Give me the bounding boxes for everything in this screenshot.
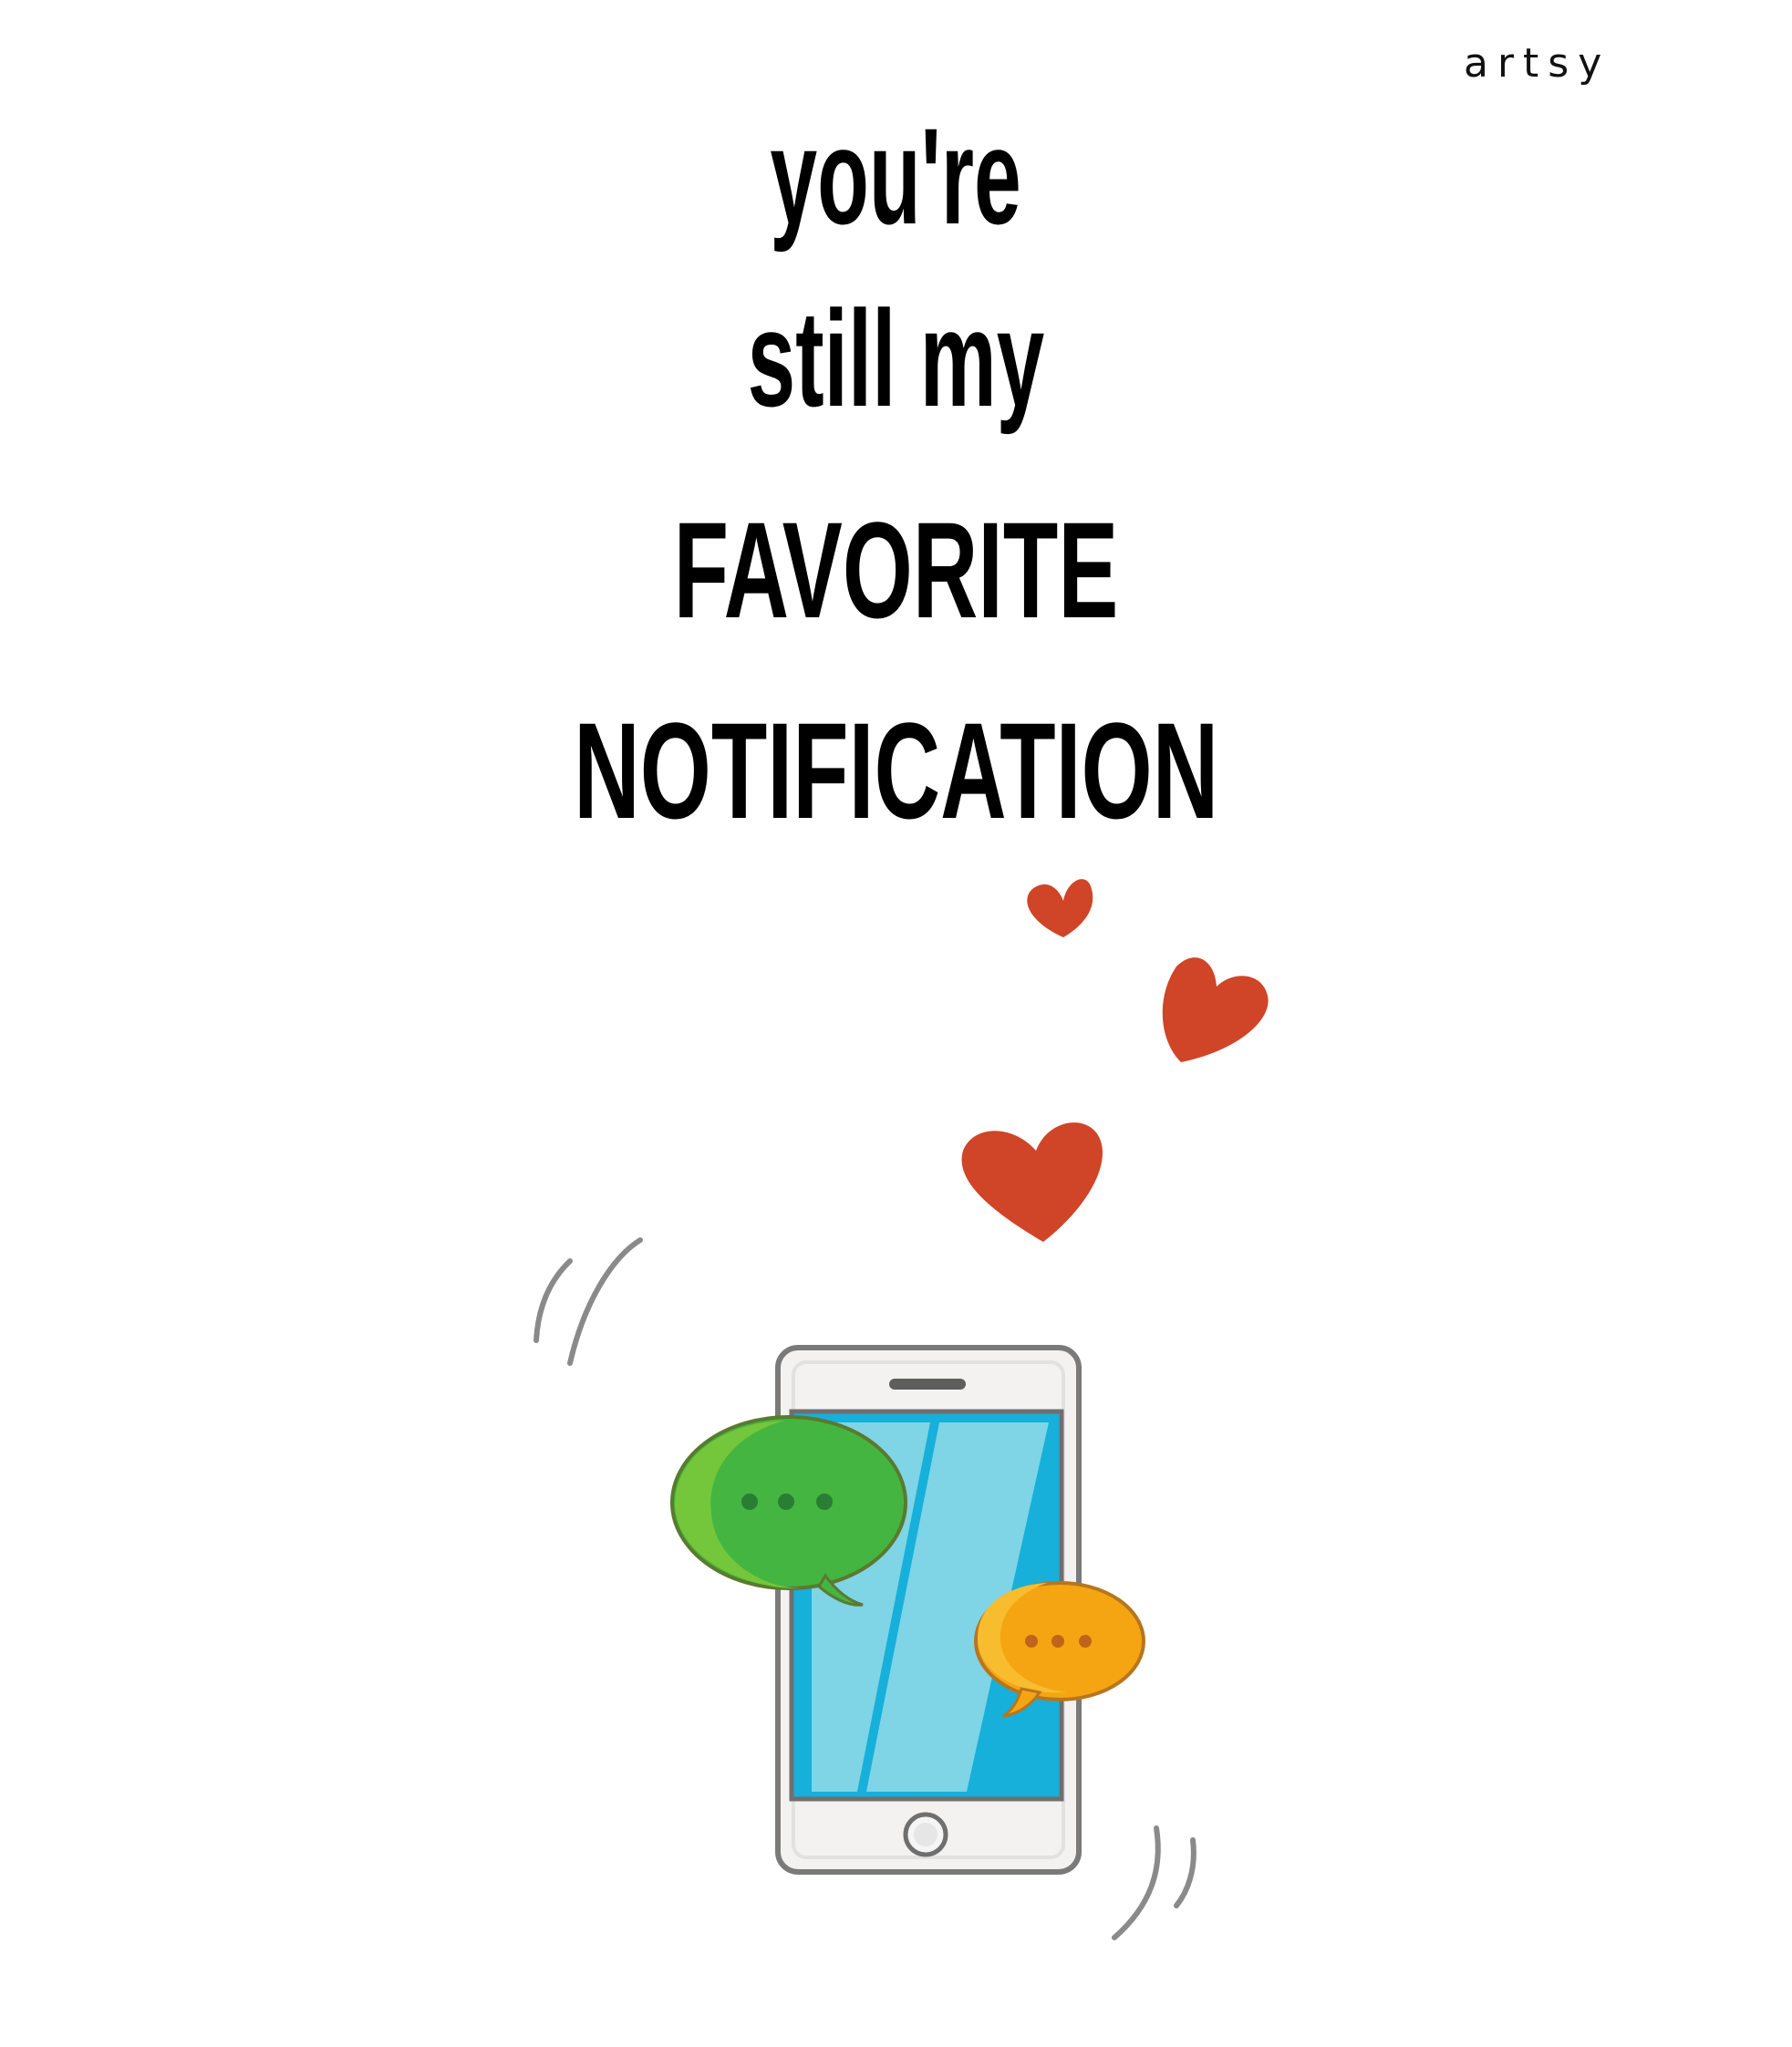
vibration-lines-icon (1112, 1825, 1196, 1940)
heart-icon (1162, 957, 1269, 1062)
heart-icon (961, 1122, 1103, 1242)
headline-line-3: FAVORITE (0, 501, 1792, 638)
chat-bubble-icon (974, 1581, 1145, 1718)
heart-icon (1027, 879, 1093, 937)
headline-line-2: still my (0, 290, 1792, 427)
headline-line-4: NOTIFICATION (0, 702, 1792, 839)
vibration-lines-icon (533, 1237, 643, 1366)
headline-line-3-text: FAVORITE (673, 493, 1119, 646)
headline-line-4-text: NOTIFICATION (573, 694, 1219, 847)
headline-line-2-text: still my (747, 282, 1045, 435)
headline-line-1: you're (0, 108, 1792, 244)
smartphone-icon (775, 1345, 1082, 1875)
brand-logo-text: artsy (1464, 40, 1611, 87)
chat-bubble-icon (670, 1415, 907, 1607)
headline-line-1-text: you're (770, 99, 1022, 253)
